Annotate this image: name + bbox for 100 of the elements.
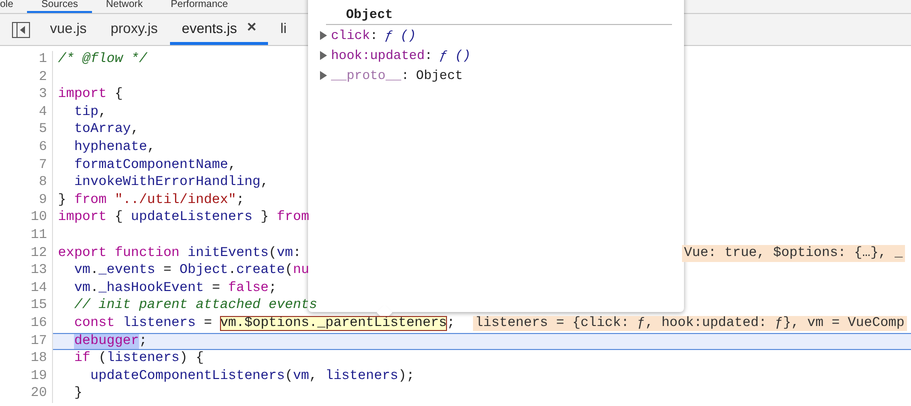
code-text: { <box>114 87 123 102</box>
line-number: 7 <box>0 156 53 174</box>
property-name: hook:updated <box>331 48 425 62</box>
line-number: 18 <box>0 350 53 368</box>
line-number: 14 <box>0 280 53 298</box>
code-text: . <box>228 263 236 278</box>
line-number: 13 <box>0 262 53 280</box>
line-number: 6 <box>0 138 53 157</box>
code-text: } <box>58 192 68 208</box>
line-number: 9 <box>0 192 53 210</box>
code-text: = <box>163 263 172 278</box>
code-text: . <box>90 263 99 278</box>
file-tab[interactable]: events.js × <box>170 14 268 45</box>
property-name: __proto__ <box>331 68 402 82</box>
code-comment: /* @flow */ <box>58 52 148 67</box>
code-identifier: updateListeners <box>130 210 252 226</box>
code-text: ; <box>268 280 277 296</box>
code-identifier: listeners <box>325 368 398 384</box>
property-name: click <box>331 28 370 42</box>
code-identifier: vm <box>74 280 90 296</box>
code-identifier: vm <box>74 263 90 278</box>
line-number: 10 <box>0 209 53 227</box>
line-number: 20 <box>0 385 53 403</box>
code-text: ( <box>268 246 277 261</box>
property-value: Object <box>416 68 463 82</box>
code-keyword: export <box>58 246 107 261</box>
code-text: = <box>212 280 222 296</box>
code-string: "../util/index" <box>114 192 236 208</box>
expand-triangle-icon[interactable] <box>320 70 327 80</box>
file-tab[interactable]: li <box>268 14 299 45</box>
code-comment: // init parent attached events <box>74 298 318 314</box>
code-text: ) { <box>180 351 204 366</box>
code-text: , <box>260 175 269 190</box>
line-number: 8 <box>0 174 53 192</box>
code-text: ; <box>139 334 148 348</box>
code-text: ; <box>446 316 456 331</box>
file-tab[interactable]: vue.js <box>38 14 99 45</box>
line-number: 2 <box>0 68 53 86</box>
code-identifier: listeners <box>122 316 196 331</box>
code-text: } <box>74 386 82 402</box>
colon: : <box>424 48 432 62</box>
code-identifier: create <box>236 263 285 278</box>
code-keyword: false <box>228 280 269 296</box>
code-text: , <box>147 140 156 155</box>
panel-tab[interactable]: ole <box>0 0 28 13</box>
panel-tab[interactable]: Performance <box>156 0 242 13</box>
code-text: ( <box>284 263 293 278</box>
line-number: 1 <box>0 51 53 69</box>
code-text: : <box>292 246 302 261</box>
code-keyword: if <box>74 351 90 366</box>
code-keyword: from <box>74 192 107 208</box>
code-text: ( <box>284 368 293 384</box>
code-identifier: _events <box>98 263 156 278</box>
code-text: , <box>98 104 107 120</box>
code-identifier: initEvents <box>188 246 269 261</box>
code-keyword: import <box>58 210 107 226</box>
code-text: , <box>228 158 236 173</box>
line-number: 16 <box>0 314 53 332</box>
panel-tab[interactable]: Network <box>92 0 157 13</box>
code-text: = <box>204 316 213 331</box>
code-keyword: from <box>276 210 310 226</box>
code-identifier: vm <box>276 246 293 261</box>
close-icon[interactable]: × <box>247 19 256 37</box>
expand-triangle-icon[interactable] <box>320 30 327 40</box>
code-text: , <box>130 122 140 138</box>
code-text: } <box>260 210 270 226</box>
code-keyword: function <box>114 246 180 261</box>
code-keyword: nu <box>292 263 310 278</box>
line-number: 15 <box>0 297 53 315</box>
code-text: ; <box>236 192 244 208</box>
expand-triangle-icon[interactable] <box>320 50 327 60</box>
code-text: ); <box>398 368 414 384</box>
code-identifier: listeners <box>106 351 180 366</box>
inline-value: Vue: true, $options: {…}, _ <box>682 244 905 262</box>
code-identifier: toArray <box>74 122 131 138</box>
code-identifier: Object <box>180 263 228 278</box>
line-number: 4 <box>0 104 53 122</box>
hovered-expression: vm.$options._parentListeners <box>220 316 447 331</box>
line-number: 5 <box>0 121 53 139</box>
popover-title: Object <box>326 6 672 25</box>
code-keyword: const <box>74 316 115 331</box>
selected-text: debugger <box>74 334 140 348</box>
line-number: 12 <box>0 244 53 262</box>
code-text: , <box>309 368 318 384</box>
code-identifier: updateComponentListeners <box>90 368 285 384</box>
sidebar-toggle-icon[interactable] <box>12 22 30 38</box>
inline-value: listeners = {click: ƒ, hook:updated: ƒ}, vm = VueComp <box>473 316 906 331</box>
file-tab[interactable]: proxy.js <box>98 14 170 45</box>
line-number: 11 <box>0 226 53 245</box>
code-identifier: vm <box>292 368 310 384</box>
line-number: 19 <box>0 368 53 386</box>
code-text: { <box>114 210 124 226</box>
line-number: 3 <box>0 86 53 104</box>
code-identifier: _hasHookEvent <box>98 280 204 296</box>
code-identifier: formatComponentName <box>74 158 228 173</box>
code-text: ( <box>98 351 107 366</box>
code-identifier: tip <box>74 104 99 120</box>
property-value: ƒ () <box>439 48 471 62</box>
code-identifier: hyphenate <box>74 140 148 155</box>
code-text: . <box>90 280 99 296</box>
